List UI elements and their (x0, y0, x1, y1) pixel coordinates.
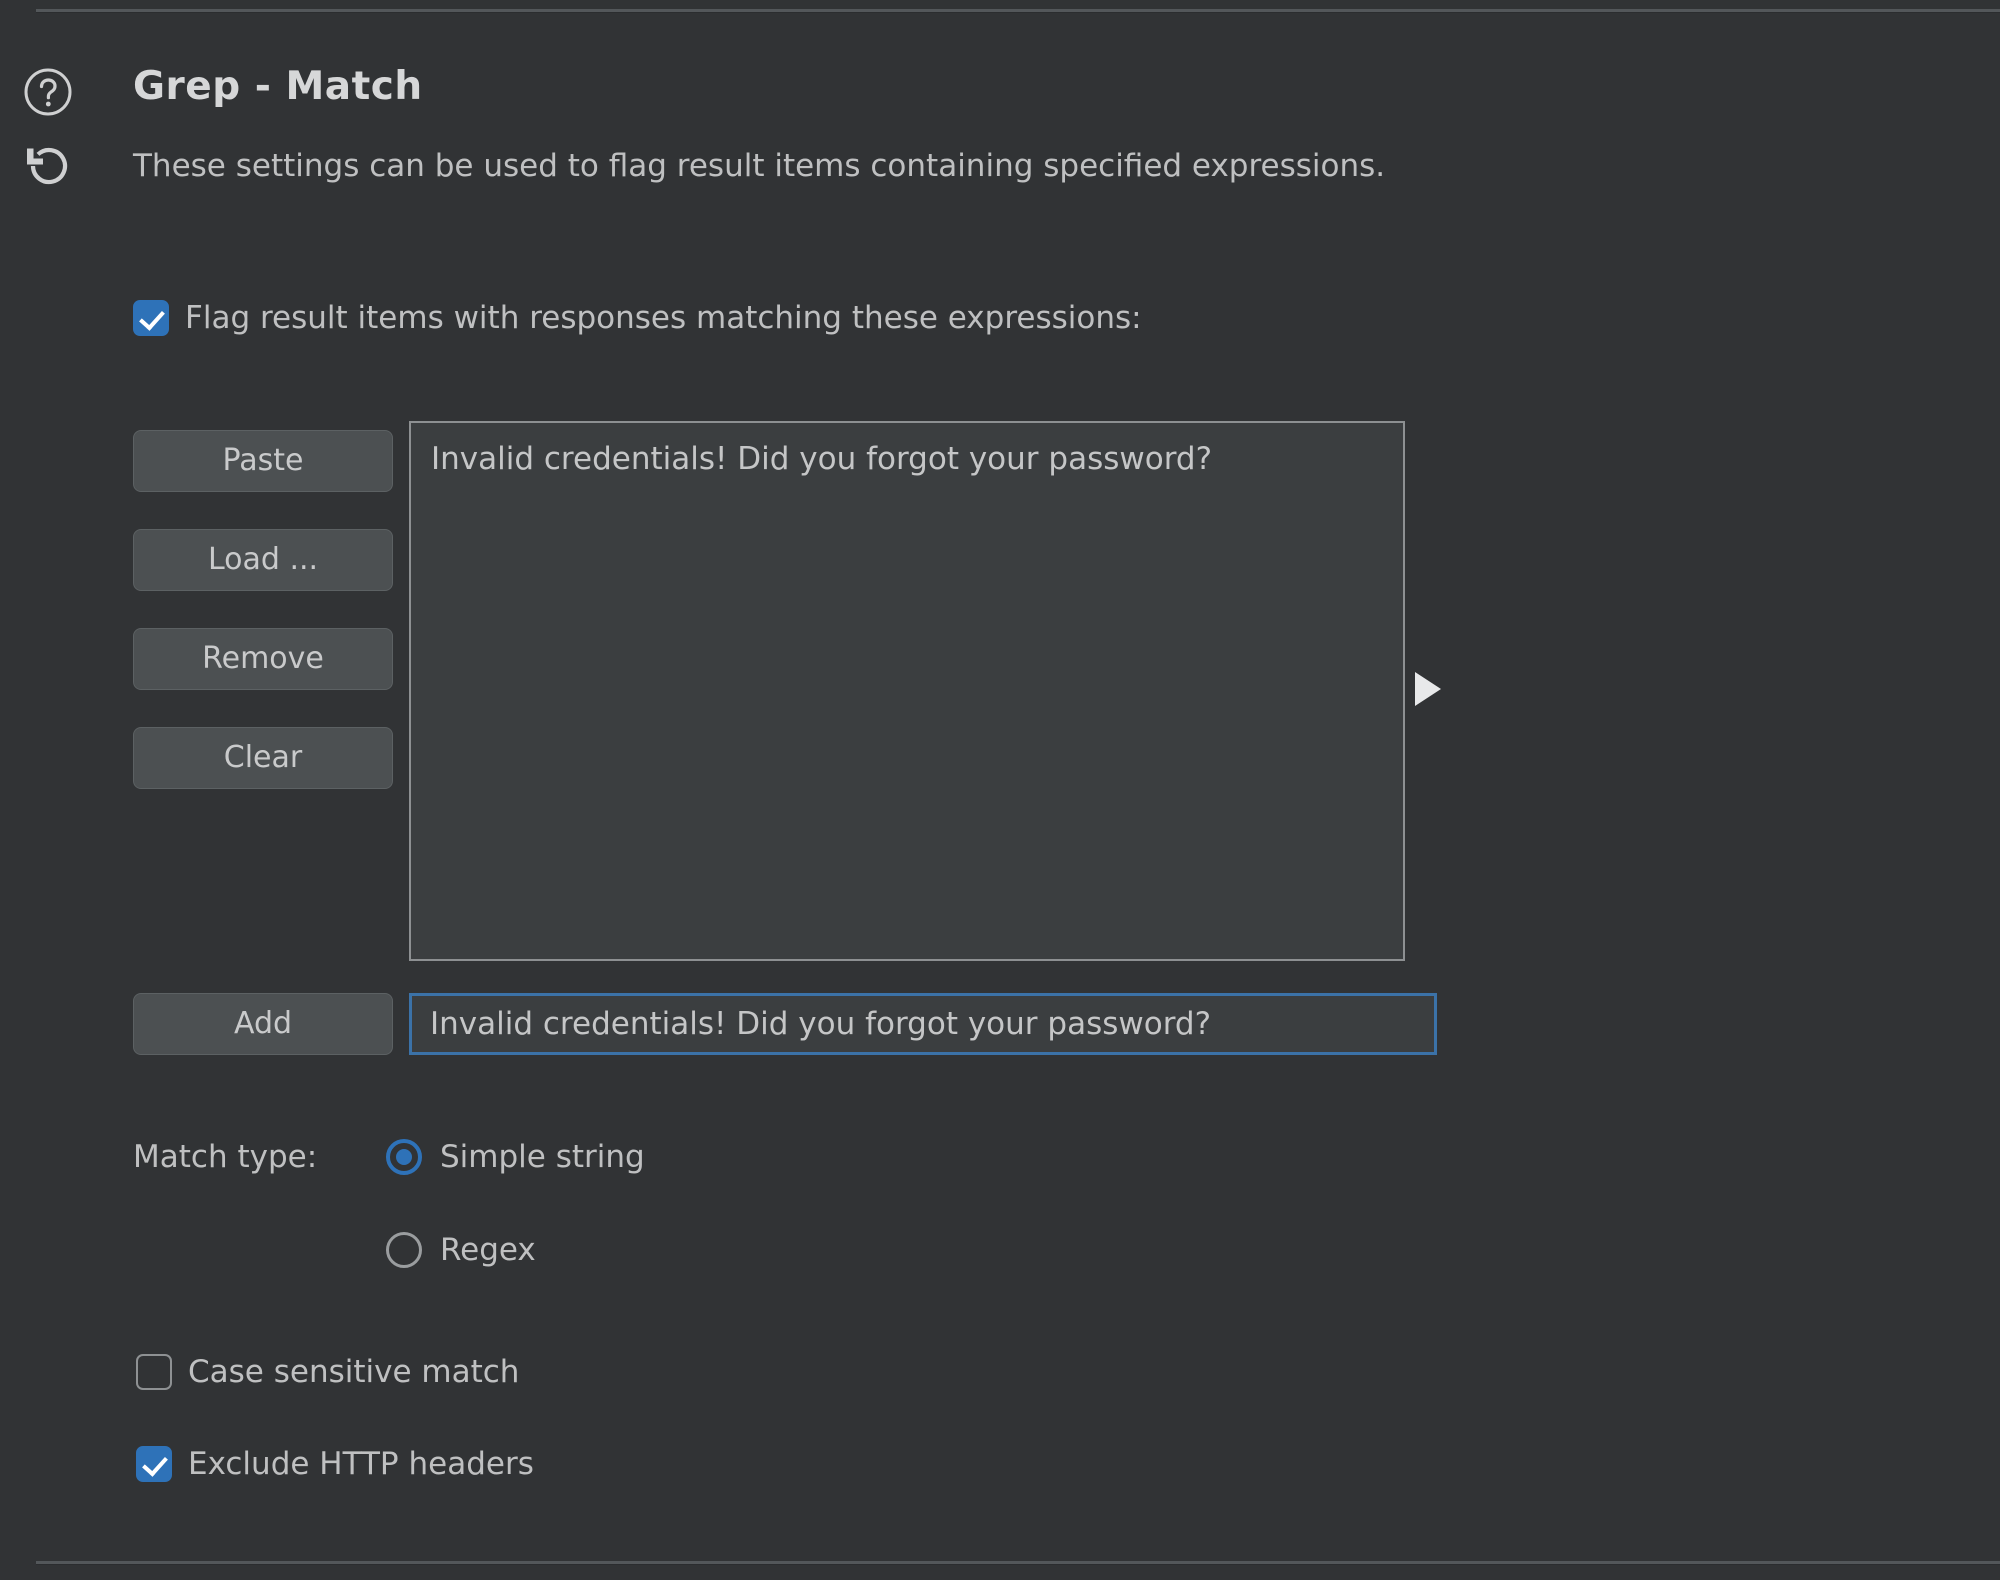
header-icon-column (22, 60, 80, 192)
match-type-label: Match type: (133, 1139, 318, 1175)
case-sensitive-match-checkbox-row[interactable]: Case sensitive match (136, 1354, 519, 1390)
exclude-http-headers-checkbox-row[interactable]: Exclude HTTP headers (136, 1446, 534, 1482)
grep-match-panel: Grep - Match These settings can be used … (0, 0, 2000, 1580)
radio-regex-label: Regex (440, 1232, 536, 1268)
radio-simple-string-label: Simple string (440, 1139, 645, 1175)
case-sensitive-match-label: Case sensitive match (188, 1354, 520, 1390)
clear-button[interactable]: Clear (133, 727, 393, 789)
triangle-right-icon[interactable] (1415, 672, 1441, 706)
case-sensitive-match-checkbox[interactable] (136, 1354, 172, 1390)
radio-regex[interactable]: Regex (386, 1232, 536, 1268)
paste-button[interactable]: Paste (133, 430, 393, 492)
radio-simple-string-control[interactable] (386, 1139, 422, 1175)
expression-list[interactable]: Invalid credentials! Did you forgot your… (409, 421, 1405, 961)
undo-arrow-icon[interactable] (22, 140, 74, 192)
flag-result-items-label: Flag result items with responses matchin… (185, 300, 1142, 336)
radio-regex-control[interactable] (386, 1232, 422, 1268)
add-button[interactable]: Add (133, 993, 393, 1055)
list-item[interactable]: Invalid credentials! Did you forgot your… (411, 423, 1403, 477)
bottom-divider (36, 1561, 2000, 1564)
exclude-http-headers-checkbox[interactable] (136, 1446, 172, 1482)
flag-result-items-checkbox[interactable] (133, 300, 169, 336)
load-button[interactable]: Load ... (133, 529, 393, 591)
exclude-http-headers-label: Exclude HTTP headers (188, 1446, 534, 1482)
flag-result-items-checkbox-row[interactable]: Flag result items with responses matchin… (133, 300, 1142, 336)
remove-button[interactable]: Remove (133, 628, 393, 690)
panel-description: These settings can be used to flag resul… (133, 148, 1386, 184)
top-divider (36, 9, 2000, 12)
page-title: Grep - Match (133, 64, 423, 109)
radio-simple-string[interactable]: Simple string (386, 1139, 645, 1175)
question-circle-icon[interactable] (22, 66, 74, 118)
panel-header: Grep - Match These settings can be used … (0, 60, 2000, 210)
expression-input[interactable] (409, 993, 1437, 1055)
